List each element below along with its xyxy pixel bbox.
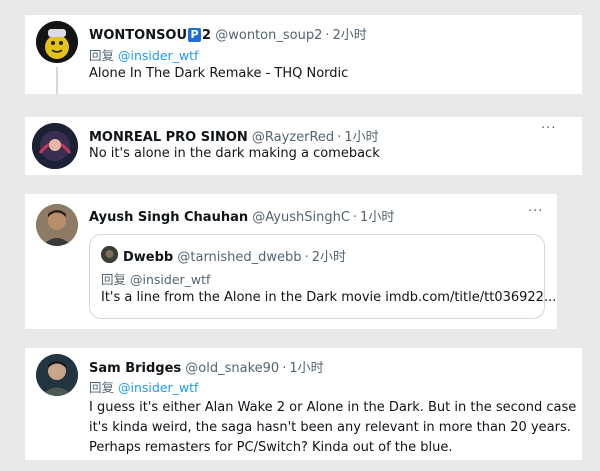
handle[interactable]: @old_snake90 xyxy=(185,361,279,376)
tweet-card[interactable]: MONREAL PRO SINON @RayzerRed · 1小时 ··· No … xyxy=(25,117,582,175)
tweet-card[interactable]: WONTONSOU P 2 @wonton_soup2 · 2小时 回复 @inside… xyxy=(25,15,582,94)
tweet-text: Alone In The Dark Remake - THQ Nordic xyxy=(89,66,349,81)
reply-prefix: 回复 xyxy=(101,272,127,287)
quoted-timestamp: 2小时 xyxy=(311,250,346,265)
timestamp[interactable]: 1小时 xyxy=(360,210,394,225)
separator-dot: · xyxy=(337,130,342,145)
display-name[interactable]: Ayush Singh Chauhan xyxy=(89,210,248,225)
quoted-avatar xyxy=(101,246,118,263)
tweet-header: MONREAL PRO SINON @RayzerRed · 1小时 xyxy=(89,126,379,145)
tweet-text: No it's alone in the dark making a comeb… xyxy=(89,146,380,161)
display-name-suffix[interactable]: 2 xyxy=(202,28,211,43)
reply-mention-link[interactable]: @insider_wtf xyxy=(118,48,198,63)
reply-context: 回复 @insider_wtf xyxy=(89,45,198,64)
badge-p-icon: P xyxy=(188,28,202,42)
tweet-text-line: Perhaps remasters for PC/Switch? Kinda o… xyxy=(89,440,453,455)
reply-mention: @insider_wtf xyxy=(130,272,211,287)
display-name[interactable]: Sam Bridges xyxy=(89,361,181,376)
tweet-text: I guess it's either Alan Wake 2 or Alone… xyxy=(89,398,576,458)
separator-dot: · xyxy=(304,250,309,265)
handle[interactable]: @AyushSinghC xyxy=(252,210,350,225)
more-options-icon[interactable]: ··· xyxy=(541,121,556,136)
quoted-reply-context: 回复 @insider_wtf xyxy=(101,269,210,288)
quoted-handle: @tarnished_dwebb xyxy=(177,250,302,265)
reply-mention-link[interactable]: @insider_wtf xyxy=(118,380,198,395)
tweet-header: Sam Bridges @old_snake90 · 1小时 xyxy=(89,357,324,376)
more-options-icon[interactable]: ··· xyxy=(528,204,543,219)
handle[interactable]: @wonton_soup2 xyxy=(215,28,322,43)
display-name[interactable]: WONTONSOU xyxy=(89,28,187,43)
display-name[interactable]: MONREAL PRO SINON xyxy=(89,130,248,145)
quoted-display-name: Dwebb xyxy=(123,250,174,265)
separator-dot: · xyxy=(352,210,358,225)
timestamp[interactable]: 2小时 xyxy=(332,28,366,43)
reply-context: 回复 @insider_wtf xyxy=(89,377,198,396)
avatar[interactable] xyxy=(32,123,78,169)
tweet-header: WONTONSOU P 2 @wonton_soup2 · 2小时 xyxy=(89,24,367,43)
separator-dot: · xyxy=(282,361,287,376)
separator-dot: · xyxy=(325,28,330,43)
thread-line xyxy=(56,67,58,94)
avatar[interactable] xyxy=(36,354,78,396)
tweet-text-line: I guess it's either Alan Wake 2 or Alone… xyxy=(89,400,577,415)
timestamp[interactable]: 1小时 xyxy=(289,361,323,376)
tweet-card[interactable]: Sam Bridges @old_snake90 · 1小时 回复 @insider… xyxy=(25,348,582,460)
reply-prefix: 回复 xyxy=(89,380,115,395)
tweet-header: Ayush Singh Chauhan @AyushSinghC · 1小时 xyxy=(89,206,394,225)
tweet-card[interactable]: Ayush Singh Chauhan @AyushSinghC · 1小时 ···… xyxy=(25,194,557,329)
avatar[interactable] xyxy=(36,21,78,63)
quoted-tweet[interactable]: Dwebb @tarnished_dwebb · 2小时 回复 @insider_w… xyxy=(89,234,556,319)
quoted-text: It's a line from the Alone in the Dark m… xyxy=(101,290,557,305)
handle[interactable]: @RayzerRed xyxy=(252,130,334,145)
timestamp[interactable]: 1小时 xyxy=(344,130,378,145)
quoted-header: Dwebb @tarnished_dwebb · 2小时 xyxy=(123,246,346,265)
reply-prefix: 回复 xyxy=(89,48,115,63)
tweet-text-line: it's kinda weird, the saga hasn't been a… xyxy=(89,420,571,435)
avatar[interactable] xyxy=(36,204,78,246)
